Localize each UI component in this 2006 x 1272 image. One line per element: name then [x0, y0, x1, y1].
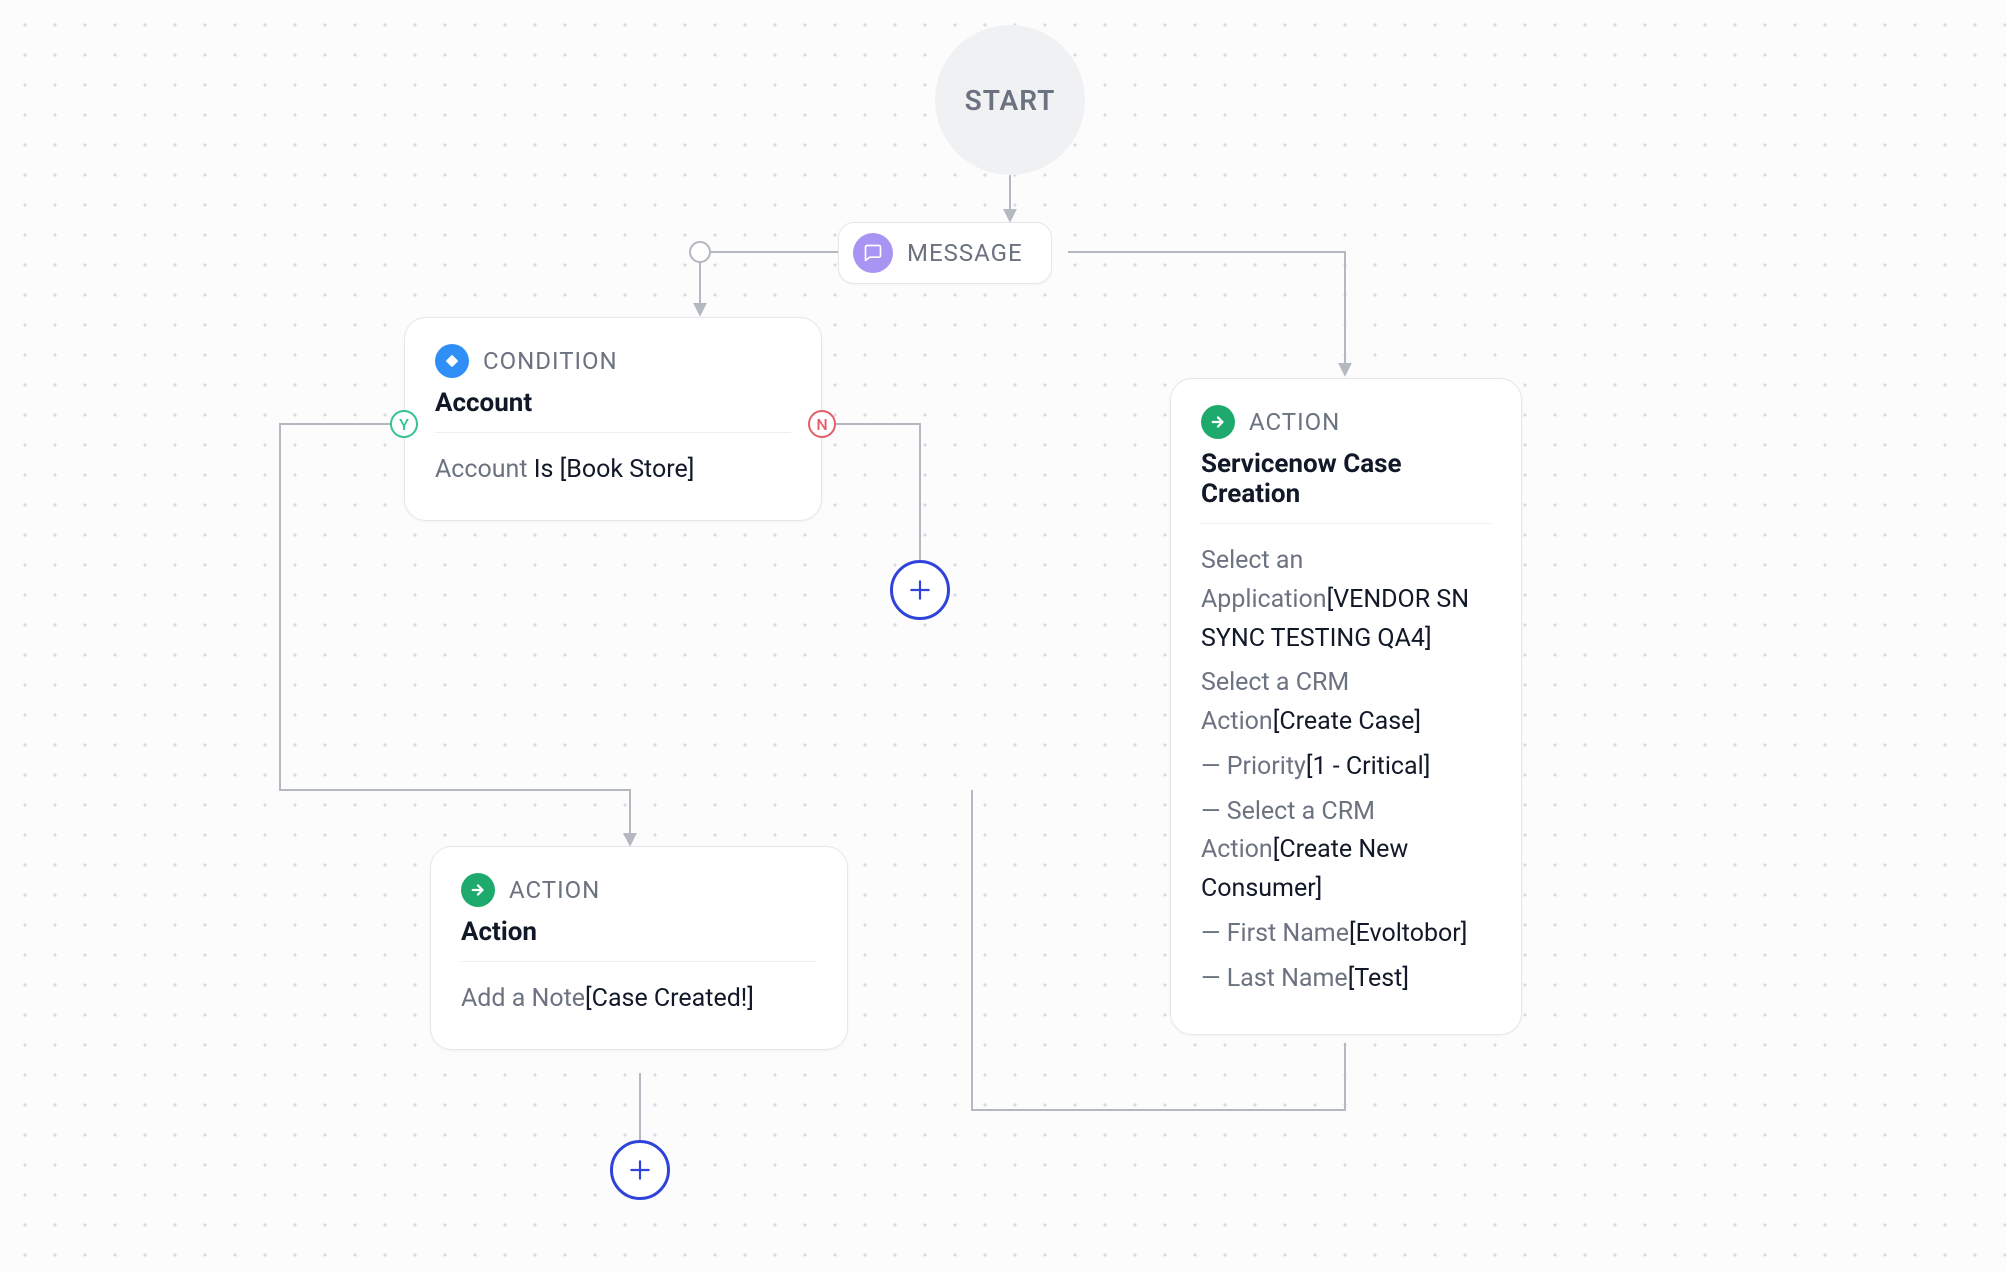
config-row: — Priority[1 - Critical]	[1201, 748, 1491, 787]
start-label: START	[965, 84, 1056, 117]
action-note-value: [Case Created!]	[585, 984, 754, 1013]
config-key: Select an Application	[1201, 546, 1327, 614]
config-value: [Evoltobor]	[1349, 919, 1467, 948]
condition-type-label: CONDITION	[483, 347, 618, 375]
config-value: [Create Case]	[1273, 707, 1421, 736]
condition-value: [Book Store]	[560, 455, 695, 484]
config-value: [1 - Critical]	[1306, 752, 1430, 781]
condition-icon	[435, 344, 469, 378]
action-note-node[interactable]: ACTION Action Add a Note[Case Created!]	[430, 846, 848, 1050]
start-node[interactable]: START	[935, 25, 1085, 175]
divider	[1201, 523, 1491, 524]
add-node-button-n-branch[interactable]	[890, 560, 950, 620]
action-sn-type-label: ACTION	[1249, 408, 1340, 436]
config-row: Select a CRM Action[Create Case]	[1201, 664, 1491, 742]
message-node[interactable]: MESSAGE	[838, 222, 1052, 284]
connector-junction-dot	[689, 241, 711, 263]
condition-title: Account	[435, 388, 791, 418]
edge-label-no: N	[808, 410, 836, 438]
config-row: Select an Application[VENDOR SN SYNC TES…	[1201, 542, 1491, 658]
action-sn-config: Select an Application[VENDOR SN SYNC TES…	[1201, 542, 1491, 998]
message-icon	[853, 233, 893, 273]
action-icon	[461, 873, 495, 907]
message-node-label: MESSAGE	[907, 239, 1023, 267]
config-key: — Priority	[1201, 752, 1306, 781]
action-note-field: Add a Note	[461, 984, 585, 1013]
action-sn-title: Servicenow Case Creation	[1201, 449, 1491, 509]
action-note-type-label: ACTION	[509, 876, 600, 904]
config-row: — Select a CRM Action[Create New Consume…	[1201, 793, 1491, 909]
action-servicenow-node[interactable]: ACTION Servicenow Case Creation Select a…	[1170, 378, 1522, 1035]
config-key: — First Name	[1201, 919, 1349, 948]
divider	[461, 961, 817, 962]
add-node-button-after-action[interactable]	[610, 1140, 670, 1200]
condition-operator: Is	[534, 455, 554, 484]
config-row: — Last Name[Test]	[1201, 960, 1491, 999]
action-icon	[1201, 405, 1235, 439]
action-note-title: Action	[461, 917, 817, 947]
flow-connectors	[0, 0, 2006, 1272]
condition-node[interactable]: CONDITION Account Account Is [Book Store…	[404, 317, 822, 521]
condition-field: Account	[435, 455, 528, 484]
config-key: — Last Name	[1201, 964, 1348, 993]
config-value: [Test]	[1348, 964, 1409, 993]
edge-label-yes: Y	[390, 410, 418, 438]
divider	[435, 432, 791, 433]
config-row: — First Name[Evoltobor]	[1201, 915, 1491, 954]
